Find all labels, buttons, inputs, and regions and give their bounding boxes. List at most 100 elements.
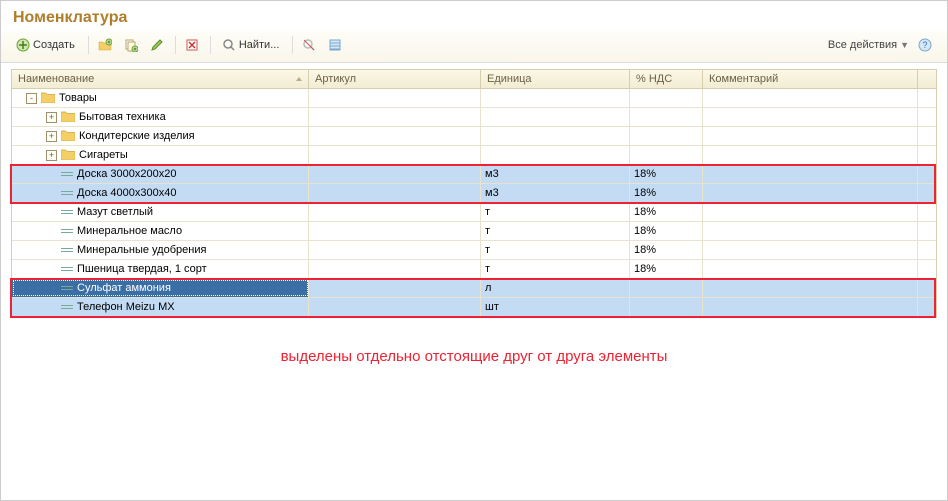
magnifier-cancel-icon bbox=[302, 38, 316, 52]
folder-icon bbox=[61, 148, 79, 163]
delete-button[interactable] bbox=[180, 34, 204, 56]
expand-icon[interactable]: + bbox=[46, 150, 57, 161]
cell-comm bbox=[703, 165, 918, 183]
item-row[interactable]: Сульфат аммония л bbox=[12, 279, 936, 298]
cell-comm bbox=[703, 203, 918, 221]
col-vat[interactable]: % НДС bbox=[630, 70, 703, 88]
cell-unit: т bbox=[481, 222, 630, 240]
folder-plus-icon bbox=[98, 38, 112, 52]
cell-name: Пшеница твердая, 1 сорт bbox=[12, 260, 309, 278]
cell-vat bbox=[630, 108, 703, 126]
item-row[interactable]: Мазут светлый т18% bbox=[12, 203, 936, 222]
cell-comm bbox=[703, 108, 918, 126]
cell-comm bbox=[703, 127, 918, 145]
row-label: Доска 4000х300х40 bbox=[77, 187, 176, 199]
find-button[interactable]: Найти... bbox=[215, 34, 287, 56]
cell-unit bbox=[481, 108, 630, 126]
cell-art bbox=[309, 298, 481, 316]
item-row[interactable]: Минеральное масло т18% bbox=[12, 222, 936, 241]
help-icon: ? bbox=[918, 38, 932, 52]
cancel-search-button[interactable] bbox=[297, 34, 321, 56]
col-comment[interactable]: Комментарий bbox=[703, 70, 918, 88]
cell-comm bbox=[703, 260, 918, 278]
cell-vat: 18% bbox=[630, 260, 703, 278]
cell-name: -Товары bbox=[12, 89, 309, 107]
cell-vat: 18% bbox=[630, 203, 703, 221]
all-actions-label: Все действия bbox=[828, 39, 897, 51]
row-label: Минеральные удобрения bbox=[77, 244, 206, 256]
row-label: Минеральное масло bbox=[77, 225, 182, 237]
cell-art bbox=[309, 146, 481, 164]
row-label: Кондитерские изделия bbox=[79, 130, 195, 142]
item-icon bbox=[61, 210, 73, 214]
cell-unit: м3 bbox=[481, 165, 630, 183]
item-row[interactable]: Телефон Meizu MXшт bbox=[12, 298, 936, 317]
cell-comm bbox=[703, 298, 918, 316]
cell-unit: л bbox=[481, 279, 630, 297]
row-label: Сульфат аммония bbox=[77, 282, 171, 294]
content: Наименование Артикул Единица % НДС Комме… bbox=[1, 63, 947, 365]
list-settings-button[interactable] bbox=[323, 34, 347, 56]
cell-art bbox=[309, 108, 481, 126]
item-icon bbox=[61, 172, 73, 176]
cell-art bbox=[309, 184, 481, 202]
col-article[interactable]: Артикул bbox=[309, 70, 481, 88]
chevron-down-icon: ▼ bbox=[900, 40, 909, 50]
cell-art bbox=[309, 241, 481, 259]
col-name-label: Наименование bbox=[18, 73, 94, 85]
cell-vat bbox=[630, 279, 703, 297]
grid-header: Наименование Артикул Единица % НДС Комме… bbox=[12, 70, 936, 89]
item-icon bbox=[61, 191, 73, 195]
folder-row[interactable]: +Сигареты bbox=[12, 146, 936, 165]
col-name[interactable]: Наименование bbox=[12, 70, 309, 88]
cell-art bbox=[309, 260, 481, 278]
item-icon bbox=[61, 286, 73, 290]
separator bbox=[175, 36, 176, 54]
create-button[interactable]: Создать bbox=[9, 34, 82, 56]
cell-name: Доска 4000х300х40 bbox=[12, 184, 309, 202]
data-grid[interactable]: Наименование Артикул Единица % НДС Комме… bbox=[11, 69, 937, 318]
list-icon bbox=[328, 38, 342, 52]
collapse-icon[interactable]: - bbox=[26, 93, 37, 104]
new-folder-button[interactable] bbox=[93, 34, 117, 56]
item-row[interactable]: Пшеница твердая, 1 сортт18% bbox=[12, 260, 936, 279]
row-label: Мазут светлый bbox=[77, 206, 153, 218]
cell-unit: т bbox=[481, 241, 630, 259]
copy-button[interactable] bbox=[119, 34, 143, 56]
create-label: Создать bbox=[33, 39, 75, 51]
folder-icon bbox=[61, 129, 79, 144]
item-icon bbox=[61, 248, 73, 252]
folder-row[interactable]: -Товары bbox=[12, 89, 936, 108]
annotation-caption: выделены отдельно отстоящие друг от друг… bbox=[11, 348, 937, 365]
folder-icon bbox=[41, 91, 59, 106]
row-label: Телефон Meizu MX bbox=[77, 301, 175, 313]
cell-comm bbox=[703, 279, 918, 297]
cell-name: Телефон Meizu MX bbox=[12, 298, 309, 316]
expand-icon[interactable]: + bbox=[46, 131, 57, 142]
all-actions-menu[interactable]: Все действия ▼ bbox=[824, 37, 913, 53]
cell-unit: м3 bbox=[481, 184, 630, 202]
folder-row[interactable]: + Кондитерские изделия bbox=[12, 127, 936, 146]
cell-name: +Бытовая техника bbox=[12, 108, 309, 126]
item-icon bbox=[61, 305, 73, 309]
help-button[interactable]: ? bbox=[913, 34, 937, 56]
item-row[interactable]: Доска 4000х300х40м318% bbox=[12, 184, 936, 203]
item-row[interactable]: Минеральные удобреният18% bbox=[12, 241, 936, 260]
cell-art bbox=[309, 222, 481, 240]
cell-vat: 18% bbox=[630, 222, 703, 240]
cell-unit bbox=[481, 89, 630, 107]
item-row[interactable]: Доска 3000х200х20м318% bbox=[12, 165, 936, 184]
grid-body: -Товары+Бытовая техника+Кондитерские изд… bbox=[12, 89, 936, 317]
col-unit[interactable]: Единица bbox=[481, 70, 630, 88]
edit-button[interactable] bbox=[145, 34, 169, 56]
cell-unit: т bbox=[481, 203, 630, 221]
cell-art bbox=[309, 127, 481, 145]
folder-row[interactable]: +Бытовая техника bbox=[12, 108, 936, 127]
folder-icon bbox=[61, 110, 79, 125]
expand-icon[interactable]: + bbox=[46, 112, 57, 123]
cell-comm bbox=[703, 222, 918, 240]
cell-name: Минеральные удобрения bbox=[12, 241, 309, 259]
delete-x-icon bbox=[185, 38, 199, 52]
copy-plus-icon bbox=[124, 38, 138, 52]
cell-vat bbox=[630, 146, 703, 164]
